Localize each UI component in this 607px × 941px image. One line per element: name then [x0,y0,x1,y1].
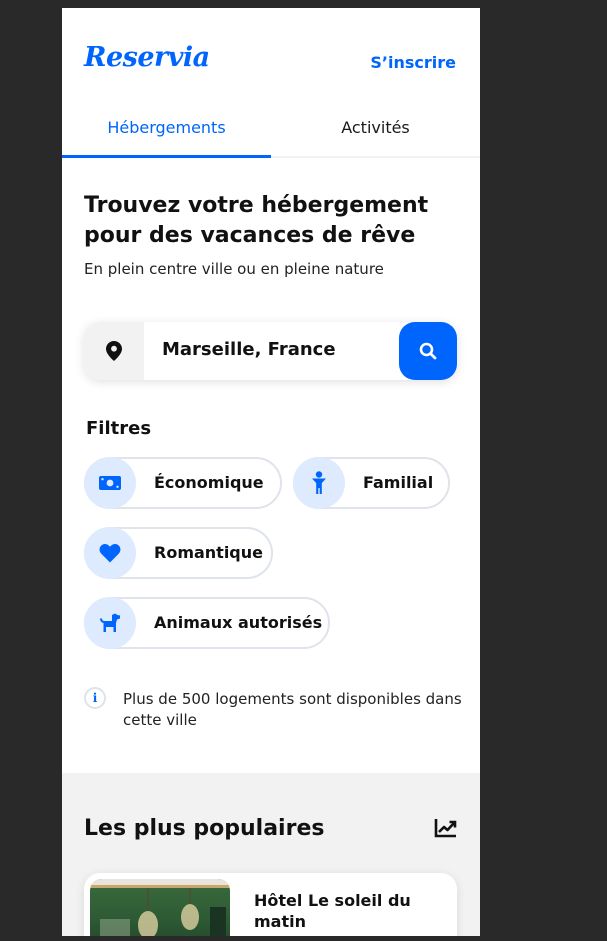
money-icon [84,457,136,509]
signup-link[interactable]: S’inscrire [370,53,456,72]
mobile-page: Reservia S’inscrire Hébergements Activit… [62,8,480,936]
filter-chip-economique[interactable]: Économique [84,457,282,509]
filter-label: Animaux autorisés [154,613,323,632]
filter-label: Romantique [154,543,263,562]
search-button[interactable] [399,322,457,380]
dog-icon [84,597,136,649]
tab-activities[interactable]: Activités [271,108,480,156]
hotel-name: Hôtel Le soleil du matin [254,891,411,931]
info-icon: i [84,687,106,709]
app-logo[interactable]: Reservia [84,42,210,73]
hotel-card[interactable]: Hôtel Le soleil du matin [84,873,457,936]
filter-chip-romantique[interactable]: Romantique [84,527,273,579]
filters-heading: Filtres [86,418,152,439]
filter-label: Économique [154,473,264,492]
map-pin-icon [84,322,144,380]
page-title: Trouvez votre hébergement pour des vacan… [84,193,429,248]
popular-heading: Les plus populaires [84,816,325,841]
child-icon [293,457,345,509]
page-subtitle: En plein centre ville ou en pleine natur… [84,260,384,278]
filter-label: Familial [363,473,434,492]
search-bar: Marseille, France [84,322,457,380]
search-icon [419,342,437,360]
tab-bar: Hébergements Activités [62,108,480,158]
availability-note: Plus de 500 logements sont disponibles d… [123,690,462,729]
chart-line-icon[interactable] [434,818,458,842]
filter-chip-animaux[interactable]: Animaux autorisés [84,597,330,649]
header: Reservia S’inscrire [62,8,480,118]
search-input[interactable]: Marseille, France [162,339,336,360]
heart-icon [84,527,136,579]
filter-chip-familial[interactable]: Familial [293,457,450,509]
tab-accommodations[interactable]: Hébergements [62,108,271,158]
popular-section: Les plus populaires Hôtel Le soleil du m… [62,773,480,936]
hotel-photo [90,879,230,936]
